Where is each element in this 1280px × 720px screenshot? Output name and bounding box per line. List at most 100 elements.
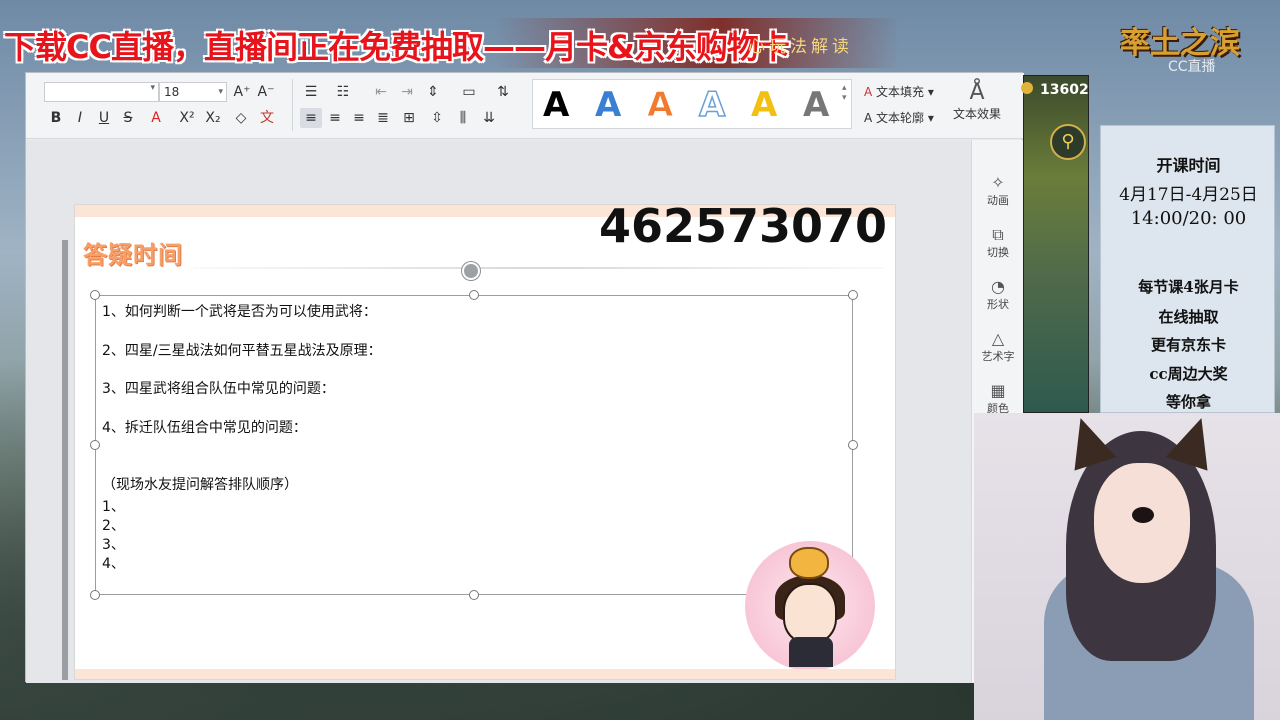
- resize-handle-ne[interactable]: [848, 290, 858, 300]
- vertical-align-icon[interactable]: ⇊: [478, 108, 500, 128]
- increase-indent-icon[interactable]: ⇥: [396, 82, 418, 102]
- presentation-window: ▾ 18 ▾ A⁺ A⁻ B I U S A X² X₂ ◇ 文 ☰ ☷ ⇤ ⇥…: [25, 72, 1024, 683]
- sidebar-item-art-text[interactable]: △ 艺术字: [972, 330, 1024, 364]
- align-center-icon[interactable]: ≡: [324, 108, 346, 128]
- art-text-style-orange[interactable]: A: [646, 86, 673, 125]
- font-name-select[interactable]: ▾: [44, 82, 159, 102]
- phonetic-guide-button[interactable]: 文: [256, 108, 278, 128]
- queue-item: 3、: [102, 537, 125, 553]
- sidebar-item-animation[interactable]: ✧ 动画: [972, 174, 1024, 208]
- room-number: 462573070: [598, 204, 887, 253]
- decrease-indent-icon[interactable]: ⇤: [370, 82, 392, 102]
- text-outline-label: 文本轮廓: [876, 111, 925, 125]
- text-fill-icon: A: [864, 85, 873, 99]
- resize-handle-sw[interactable]: [90, 590, 100, 600]
- prize-line: 每节课4张月卡: [1138, 278, 1239, 296]
- star-icon: ✧: [991, 173, 1005, 192]
- bold-button[interactable]: B: [46, 108, 66, 128]
- sidebar-item-transition[interactable]: ⧉ 切换: [972, 226, 1024, 260]
- format-ribbon: ▾ 18 ▾ A⁺ A⁻ B I U S A X² X₂ ◇ 文 ☰ ☷ ⇤ ⇥…: [26, 73, 1024, 139]
- question-line: 1、如何判断一个武将是否为可以使用武将：: [102, 304, 377, 320]
- promo-banner-subtext: 心玩法解读: [748, 37, 853, 57]
- ribbon-separator: [292, 79, 293, 131]
- align-right-icon[interactable]: ≡: [348, 108, 370, 128]
- queue-note: （现场水友提问解答排队顺序）: [102, 477, 298, 493]
- gallery-scroll-icon[interactable]: ▴ ▾: [842, 83, 847, 103]
- text-effect-icon: Å: [969, 80, 985, 105]
- queue-item: 2、: [102, 518, 125, 534]
- question-textbox[interactable]: 1、如何判断一个武将是否为可以使用武将： 2、四星/三星战法如何平替五星战法及原…: [90, 290, 858, 600]
- thumbnail-strip: [62, 240, 68, 680]
- art-text-style-gray[interactable]: A: [803, 86, 829, 124]
- queue-item: 1、: [102, 499, 125, 515]
- font-size-value: 18: [164, 85, 180, 99]
- prize-line: 等你拿: [1165, 393, 1211, 411]
- subscript-button[interactable]: X₂: [202, 108, 224, 128]
- font-size-select[interactable]: 18 ▾: [159, 82, 227, 102]
- sidebar-item-label: 艺术字: [981, 350, 1015, 363]
- paragraph-spacing-icon[interactable]: ⇳: [426, 108, 448, 128]
- streamer-face: [1094, 463, 1190, 583]
- webcam-feed: [974, 413, 1280, 720]
- promo-banner-text: 下载CC直播，直播间正在免费抽取——月卡&京东购物卡: [4, 28, 790, 66]
- slide-bottom-band: [75, 669, 895, 679]
- underline-button[interactable]: U: [94, 108, 114, 128]
- mascot-sticker: [745, 541, 875, 671]
- slide-title: 答疑时间: [83, 241, 183, 269]
- superscript-button[interactable]: X²: [176, 108, 198, 128]
- transition-icon: ⧉: [992, 225, 1004, 244]
- slide-canvas: 答疑时间 462573070 1、如何判断一个武将是否为可以使用武将： 2、四星…: [26, 140, 971, 683]
- numbered-list-icon[interactable]: ☷: [332, 82, 354, 102]
- justify-icon[interactable]: ≣: [372, 108, 394, 128]
- strikethrough-button[interactable]: S: [118, 108, 138, 128]
- bullet-list-icon[interactable]: ☰: [300, 82, 322, 102]
- chevron-down-icon: ▾: [150, 83, 155, 93]
- art-text-icon: △: [991, 329, 1005, 348]
- schedule-panel: 开课时间 4月17日-4月25日 14:00/20: 00 每节课4张月卡 在线…: [1100, 125, 1275, 413]
- grow-font-button[interactable]: A⁺: [232, 82, 252, 102]
- art-text-style-blue[interactable]: A: [595, 86, 621, 124]
- question-line: 3、四星武将组合队伍中常见的问题：: [102, 381, 335, 397]
- art-text-style-outline-blue[interactable]: A: [698, 85, 726, 125]
- column-icon[interactable]: ⫼: [452, 108, 474, 128]
- coin-count: 13602: [1040, 82, 1089, 98]
- shape-icon: ◔: [991, 277, 1005, 296]
- tiger-hat-icon: [789, 547, 829, 579]
- art-text-style-black[interactable]: A: [543, 86, 569, 124]
- slide[interactable]: 答疑时间 462573070 1、如何判断一个武将是否为可以使用武将： 2、四星…: [74, 204, 896, 680]
- line-spacing-icon[interactable]: ⇕: [422, 82, 444, 102]
- align-left-icon[interactable]: ≡: [300, 108, 322, 128]
- sidebar-item-shape[interactable]: ◔ 形状: [972, 278, 1024, 312]
- prize-line: cc周边大奖: [1149, 365, 1228, 383]
- text-effect-button[interactable]: Å 文本效果: [946, 81, 1008, 122]
- sidebar-item-label: 形状: [987, 298, 1009, 311]
- queue-item: 4、: [102, 556, 125, 572]
- schedule-heading: 开课时间: [1156, 156, 1221, 175]
- cat-nose-icon: [1132, 507, 1154, 523]
- text-fill-button[interactable]: A 文本填充 ▾: [864, 83, 934, 100]
- sidebar-item-color[interactable]: ▦ 颜色: [972, 382, 1024, 416]
- text-box-icon[interactable]: ▭: [458, 82, 480, 102]
- shrink-font-button[interactable]: A⁻: [256, 82, 276, 102]
- distribute-icon[interactable]: ⊞: [398, 108, 420, 128]
- schedule-dates: 4月17日-4月25日: [1119, 185, 1258, 205]
- prize-line: 在线抽取: [1158, 308, 1219, 326]
- resize-handle-w[interactable]: [90, 440, 100, 450]
- resize-handle-n[interactable]: [469, 290, 479, 300]
- resize-handle-nw[interactable]: [90, 290, 100, 300]
- text-outline-button[interactable]: A 文本轮廓 ▾: [864, 109, 934, 126]
- italic-button[interactable]: I: [70, 108, 90, 128]
- text-direction-icon[interactable]: ⇅: [492, 82, 514, 102]
- resize-handle-s[interactable]: [469, 590, 479, 600]
- title-divider: [193, 267, 883, 269]
- art-text-gallery: A A A A A A: [532, 79, 852, 129]
- location-pin-icon[interactable]: ⚲: [1050, 124, 1086, 160]
- rotate-handle[interactable]: [462, 262, 480, 280]
- font-color-button[interactable]: A: [144, 108, 168, 128]
- chevron-down-icon: ▾: [218, 87, 223, 97]
- clear-format-button[interactable]: ◇: [230, 108, 252, 128]
- resize-handle-e[interactable]: [848, 440, 858, 450]
- text-effect-label: 文本效果: [952, 107, 1001, 121]
- art-text-style-gold[interactable]: A: [751, 86, 777, 124]
- coin-icon: [1021, 82, 1033, 94]
